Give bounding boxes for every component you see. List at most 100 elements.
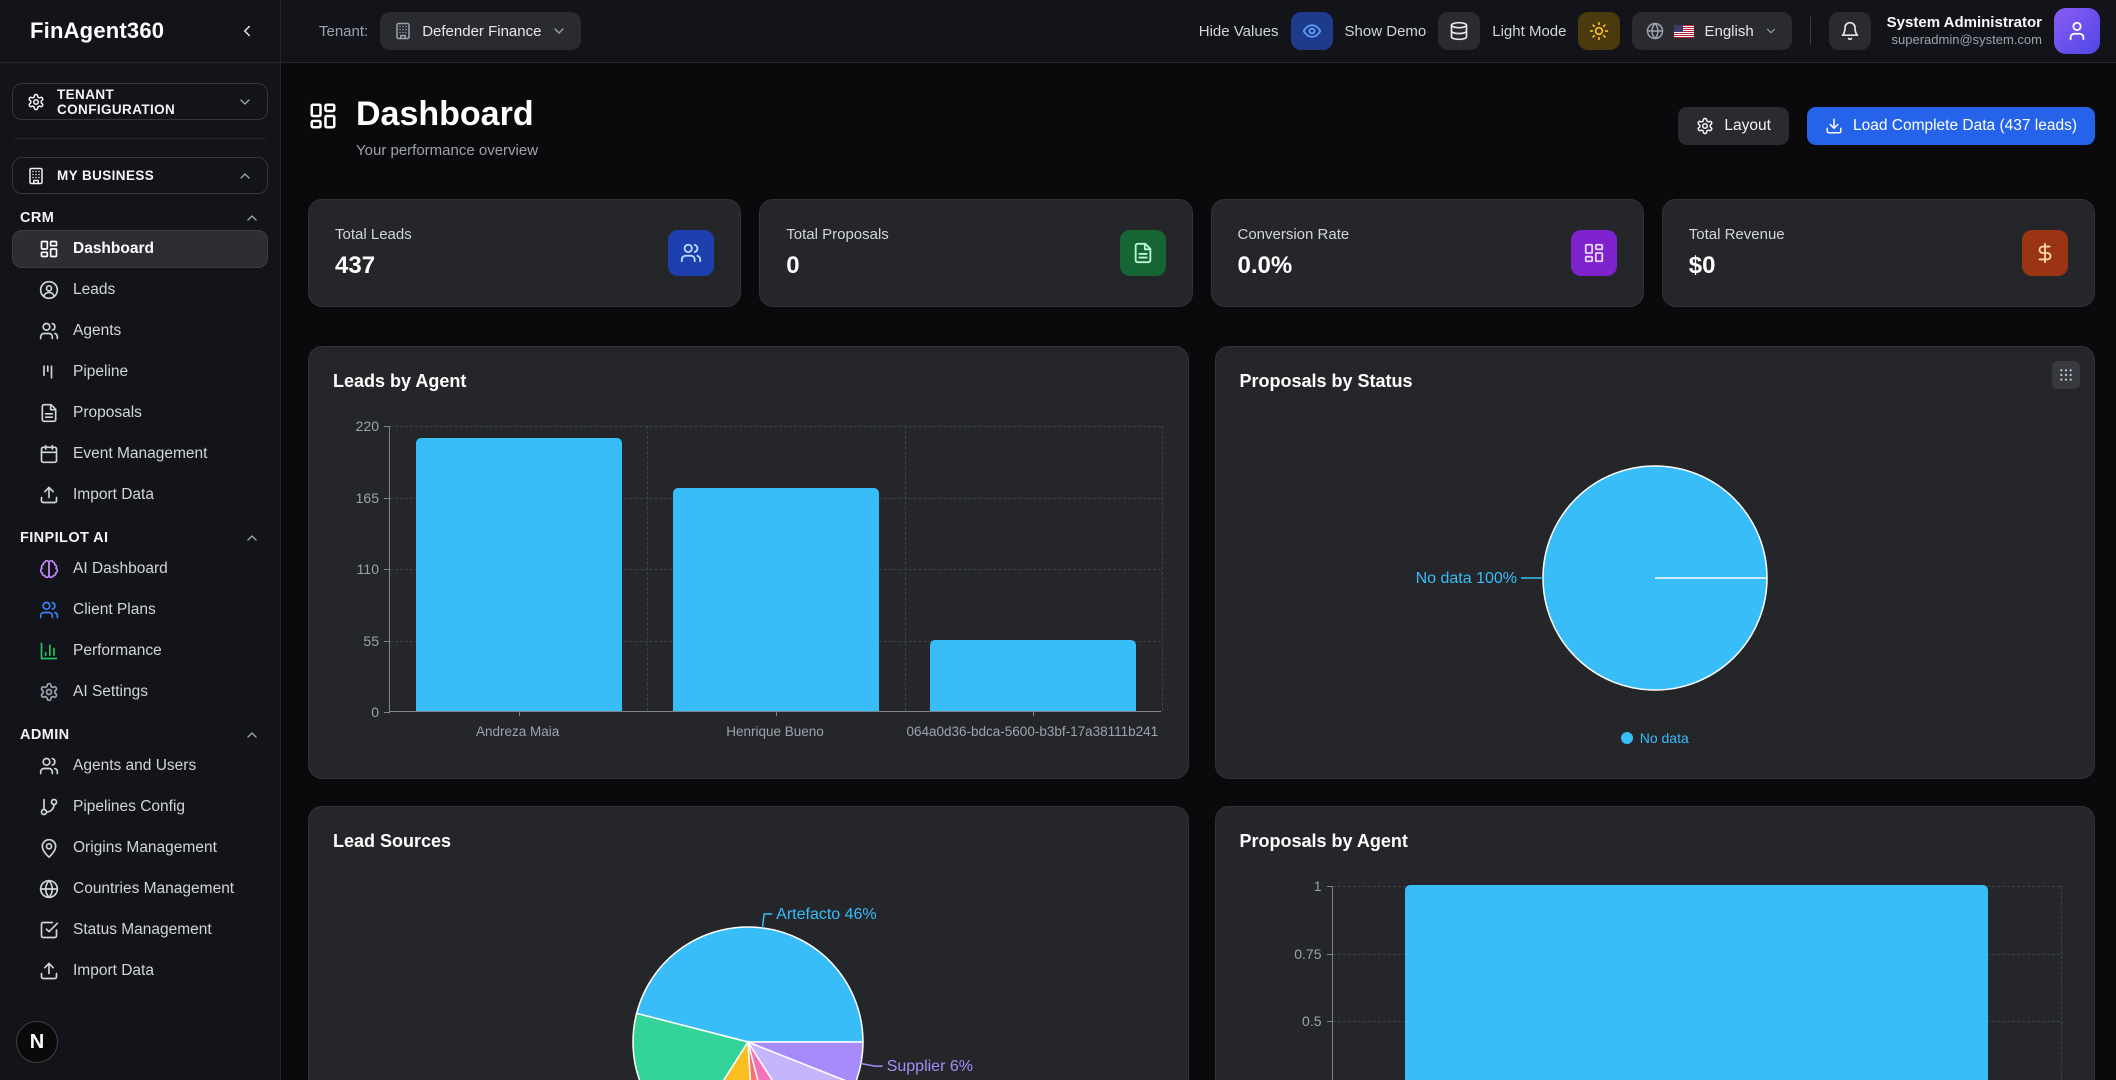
- charts-row-2: Lead Sources Artefacto 46%Supplier 6% Pr…: [308, 806, 2095, 1080]
- y-axis-tick: 110: [357, 561, 379, 577]
- load-data-button[interactable]: Load Complete Data (437 leads): [1807, 107, 2095, 145]
- proposals-by-status-pie: No data 100%: [1240, 400, 2070, 722]
- sidebar-item-label: Pipeline: [73, 363, 128, 381]
- stat-card-conversion-rate: Conversion Rate 0.0%: [1211, 199, 1644, 307]
- sidebar-item-leads[interactable]: Leads: [12, 271, 268, 309]
- sidebar-item-client-plans[interactable]: Client Plans: [12, 591, 268, 629]
- sidebar-item-label: Pipelines Config: [73, 798, 185, 816]
- users-icon: [39, 321, 59, 341]
- sidebar-item-label: Client Plans: [73, 601, 156, 619]
- sidebar-item-label: Import Data: [73, 962, 154, 980]
- chevron-down-icon: [551, 23, 567, 39]
- sidebar-item-ai-dashboard[interactable]: AI Dashboard: [12, 550, 268, 588]
- layout-button-label: Layout: [1724, 117, 1771, 135]
- sidebar-item-status-management[interactable]: Status Management: [12, 911, 268, 949]
- y-axis-tick: 0: [371, 704, 379, 720]
- sidebar-item-import-data[interactable]: Import Data: [12, 952, 268, 990]
- sidebar-section-admin[interactable]: ADMIN: [20, 727, 260, 743]
- sun-icon: [1589, 21, 1609, 41]
- user-avatar[interactable]: [2054, 8, 2100, 54]
- sidebar-item-event-management[interactable]: Event Management: [12, 435, 268, 473]
- show-demo-toggle[interactable]: [1438, 12, 1480, 50]
- map-pin-icon: [39, 838, 59, 858]
- sidebar-section-crm[interactable]: CRM: [20, 210, 260, 226]
- kanban-icon: [39, 362, 59, 382]
- chart-title: Lead Sources: [333, 831, 1164, 852]
- language-selector[interactable]: English: [1632, 12, 1791, 50]
- sidebar-item-countries-management[interactable]: Countries Management: [12, 870, 268, 908]
- chart-card-leads-by-agent: Leads by Agent 055110165220Andreza MaiaH…: [308, 346, 1189, 779]
- sidebar-item-label: Leads: [73, 281, 115, 299]
- tenant-selector[interactable]: Defender Finance: [380, 12, 581, 50]
- sidebar-item-agents-and-users[interactable]: Agents and Users: [12, 747, 268, 785]
- sidebar-section-finpilot-ai[interactable]: FINPILOT AI: [20, 530, 260, 546]
- chart-title: Proposals by Agent: [1240, 831, 2071, 852]
- gear-icon: [27, 93, 45, 111]
- user-email: superadmin@system.com: [1887, 32, 2042, 49]
- gear-icon: [39, 682, 59, 702]
- sidebar-item-pipelines-config[interactable]: Pipelines Config: [12, 788, 268, 826]
- user-meta: System Administrator superadmin@system.c…: [1887, 13, 2042, 49]
- building-icon: [27, 167, 45, 185]
- stat-card-total-revenue: Total Revenue$0: [1662, 199, 2095, 307]
- my-business-label: MY BUSINESS: [57, 168, 225, 183]
- y-axis-tick: 55: [363, 633, 379, 649]
- bar-andreza-maia: [416, 438, 622, 711]
- notifications-button[interactable]: [1829, 12, 1871, 50]
- users-icon: [39, 756, 59, 776]
- chevron-up-icon: [244, 210, 260, 226]
- chevron-down-icon: [237, 94, 253, 110]
- tenant-configuration-button[interactable]: TENANT CONFIGURATION: [12, 83, 268, 120]
- bar-chart-icon: [39, 641, 59, 661]
- chevron-up-icon: [244, 530, 260, 546]
- chart-card-lead-sources: Lead Sources Artefacto 46%Supplier 6%: [308, 806, 1189, 1080]
- language-value: English: [1704, 23, 1753, 40]
- hide-values-toggle[interactable]: [1291, 12, 1333, 50]
- stat-label: Conversion Rate: [1238, 226, 1350, 243]
- pie-label: Artefacto 46%: [776, 906, 877, 923]
- stat-label: Total Proposals: [786, 226, 889, 243]
- legend-item-no-data: No data: [1621, 730, 1689, 746]
- proposals-by-agent-chart: 00.250.50.751: [1240, 886, 2071, 1080]
- tenant-value: Defender Finance: [422, 23, 541, 40]
- layout-button[interactable]: Layout: [1678, 107, 1789, 145]
- page-header: Dashboard Your performance overview Layo…: [308, 96, 2095, 159]
- git-branch-icon: [39, 797, 59, 817]
- sidebar-item-ai-settings[interactable]: AI Settings: [12, 673, 268, 711]
- sidebar-item-import-data[interactable]: Import Data: [12, 476, 268, 514]
- stat-card-total-leads: Total Leads437: [308, 199, 741, 307]
- check-square-icon: [39, 920, 59, 940]
- eye-icon: [1302, 21, 1322, 41]
- legend-label: No data: [1640, 730, 1689, 746]
- stat-card-total-proposals: Total Proposals 0: [759, 199, 1192, 307]
- page-title: Dashboard: [356, 96, 538, 133]
- charts-row-1: Leads by Agent 055110165220Andreza MaiaH…: [308, 346, 2095, 779]
- sidebar-item-pipeline[interactable]: Pipeline: [12, 353, 268, 391]
- sidebar-item-origins-management[interactable]: Origins Management: [12, 829, 268, 867]
- dev-badge[interactable]: N: [16, 1021, 58, 1063]
- stat-value: 0.0%: [1238, 252, 1350, 280]
- sidebar-item-performance[interactable]: Performance: [12, 632, 268, 670]
- chevron-left-icon: [238, 22, 256, 40]
- sidebar-item-agents[interactable]: Agents: [12, 312, 268, 350]
- sidebar-sections: CRM Dashboard Leads Agents Pipeline Proposals…: [12, 210, 268, 990]
- dollar-icon: [2022, 230, 2068, 276]
- stat-value: 0: [786, 252, 889, 280]
- sidebar-item-proposals[interactable]: Proposals: [12, 394, 268, 432]
- my-business-button[interactable]: MY BUSINESS: [12, 157, 268, 194]
- database-icon: [1449, 21, 1469, 41]
- section-label: ADMIN: [20, 727, 70, 743]
- light-mode-toggle[interactable]: [1578, 12, 1620, 50]
- tenant-configuration-label: TENANT CONFIGURATION: [57, 87, 225, 117]
- card-drag-handle[interactable]: [2052, 361, 2080, 389]
- file-text-icon: [1120, 230, 1166, 276]
- globe-icon: [39, 879, 59, 899]
- lead-sources-pie: Artefacto 46%Supplier 6%: [333, 860, 1163, 1080]
- sidebar-item-dashboard[interactable]: Dashboard: [12, 230, 268, 268]
- section-label: FINPILOT AI: [20, 530, 108, 546]
- stats-row: Total Leads437 Total Proposals 0 Conversion…: [308, 199, 2095, 307]
- dashboard-icon: [308, 101, 338, 131]
- sidebar-collapse-button[interactable]: [234, 18, 260, 44]
- chevron-up-icon: [237, 168, 253, 184]
- sidebar: FinAgent360 TENANT CONFIGURATION MY BUSI…: [0, 0, 281, 1080]
